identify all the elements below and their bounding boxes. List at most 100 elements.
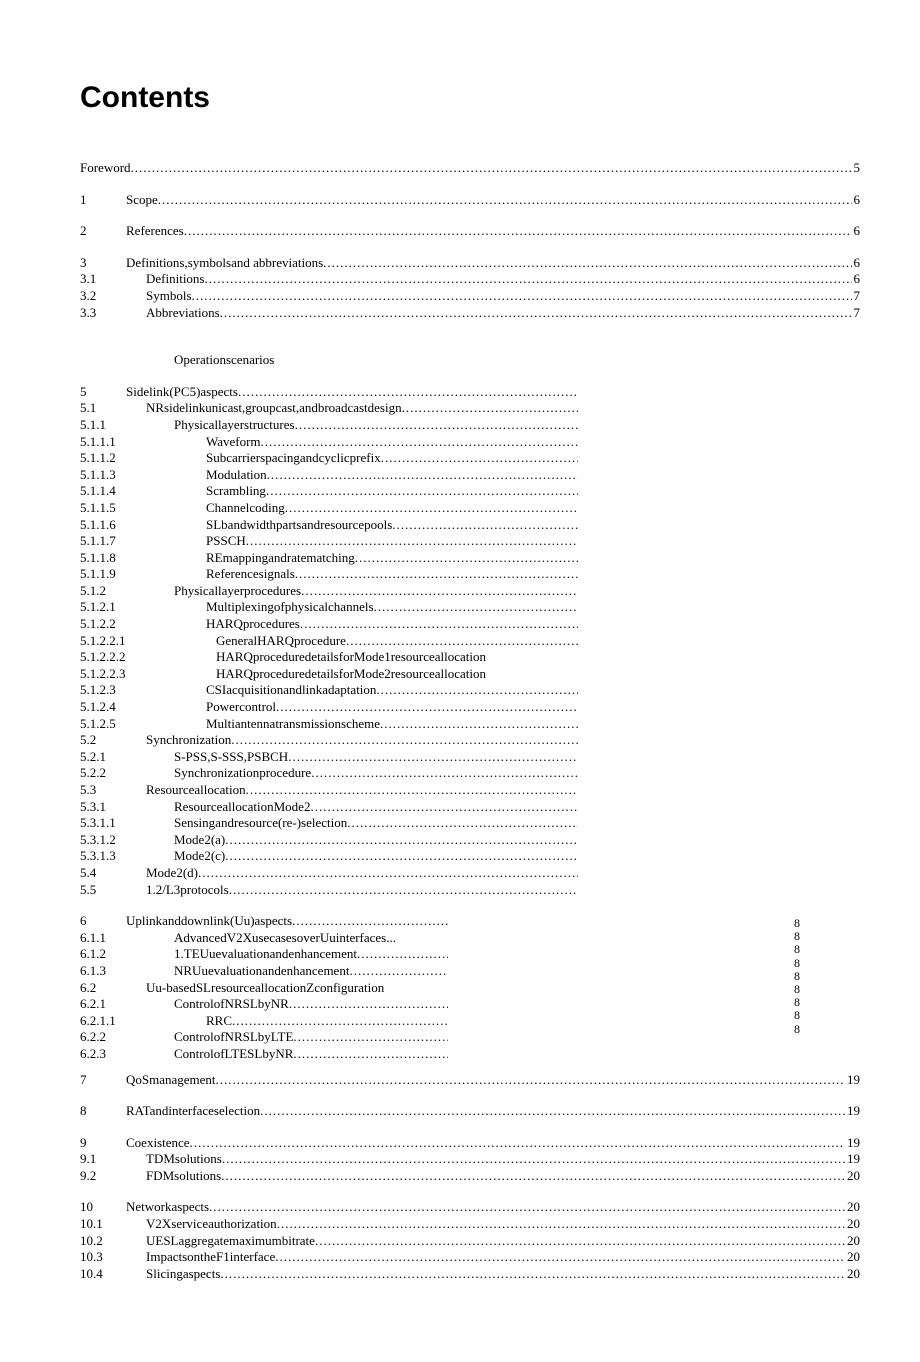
toc-entry: 6.1.1AdvancedV2XusecasesoverUuinterfaces…: [80, 930, 860, 946]
toc-entry-title: Powercontrol: [206, 699, 276, 715]
toc-entry-title: HARQprocedures: [206, 616, 300, 632]
toc-entry-number: 3.1: [80, 271, 122, 287]
toc-entry-title: Slicingaspects: [146, 1266, 220, 1282]
toc-entry-title: HARQproceduredetailsforMode2resourceallo…: [216, 666, 486, 682]
toc-entry-title: Subcarrierspacingandcyclicprefix: [206, 450, 381, 466]
toc-entry-number: 6.1.3: [80, 963, 136, 979]
toc-entry-number: 9.1: [80, 1151, 122, 1167]
toc-entry-number: 1: [80, 192, 122, 208]
toc-leader-dots: [221, 1168, 845, 1184]
toc-leader-dots: [310, 799, 578, 815]
toc-entry-number: 5.1.1.1: [80, 434, 146, 450]
toc-entry-title: Multiantennatransmissionscheme: [206, 716, 380, 732]
toc-entry: Operationscenarios: [80, 352, 860, 368]
toc-entry-number: 5.1.2.4: [80, 699, 146, 715]
toc-entry-number: 3.2: [80, 288, 122, 304]
toc-entry-title: Multiplexingofphysicalchannels: [206, 599, 374, 615]
toc-entry-number: 5.4: [80, 865, 122, 881]
toc-leader-dots: [311, 765, 578, 781]
toc-entry-title: SLbandwidthpartsandresourcepools: [206, 517, 392, 533]
toc-entry-title: Referencesignals: [206, 566, 295, 582]
toc-entry-number: 5.1.2.5: [80, 716, 146, 732]
toc-leader-dots: [267, 467, 578, 483]
toc-entry-page: 20: [845, 1199, 860, 1215]
toc-entry-title: Uu-basedSLresourceallocationZconfigurati…: [146, 980, 384, 996]
toc-entry-number: 10: [80, 1199, 122, 1215]
toc-entry-number: 5.1.1.9: [80, 566, 146, 582]
toc-entry: 1Scope6: [80, 192, 860, 208]
toc-leader-dots: [205, 271, 852, 287]
toc-entry-number: 5.1.2.1: [80, 599, 146, 615]
toc-entry-page: 20: [845, 1249, 860, 1265]
toc-entry-page: 6: [852, 223, 861, 239]
toc-entry-number: 5.1.2: [80, 583, 136, 599]
toc-entry-title: Abbreviations: [146, 305, 220, 321]
toc-entry-page: 20: [845, 1168, 860, 1184]
toc-leader-dots: [349, 963, 448, 979]
toc-entry-number: 5.5: [80, 882, 122, 898]
toc-entry: 5.3.1.2Mode2(a): [80, 832, 580, 848]
toc-leader-dots: [392, 517, 578, 533]
toc-entry-number: 5.1.2.3: [80, 682, 146, 698]
toc-entry-title: Definitions: [146, 271, 205, 287]
toc-leader-dots: [293, 1029, 448, 1045]
toc-leader-dots: [289, 996, 448, 1012]
toc-entry-page: 6: [852, 255, 861, 271]
toc-leader-dots: [300, 616, 578, 632]
toc-entry-title: Symbols: [146, 288, 192, 304]
toc-entry-page: 5: [852, 160, 861, 176]
toc-entry: 5.3Resourceallocation: [80, 782, 580, 798]
toc-entry: 5.2.2Synchronizationprocedure: [80, 765, 580, 781]
toc-entry: 6.1.21.TEUuevaluationandenhancement: [80, 946, 450, 962]
side-page-number: 8: [794, 970, 800, 983]
toc-entry: 6Uplinkanddownlink(Uu)aspects: [80, 913, 450, 929]
toc-entry: 5.1.1Physicallayerstructures: [80, 417, 580, 433]
toc-entry-title: Modulation: [206, 467, 267, 483]
toc-leader-dots: [285, 500, 578, 516]
toc-leader-dots: [347, 815, 578, 831]
toc-entry-number: 5.3.1.3: [80, 848, 136, 864]
toc-entry: 5.1.1.5Channelcoding: [80, 500, 580, 516]
side-page-numbers: 888888888: [794, 917, 800, 1036]
toc-leader-dots: [376, 682, 578, 698]
toc-entry-title: Definitions,symbolsand abbreviations: [126, 255, 323, 271]
toc-entry-number: 5.1.1.4: [80, 483, 146, 499]
toc-entry: 6.2.2ControlofNRSLbyLTE: [80, 1029, 450, 1045]
toc-entry-title: CSIacquisitionandlinkadaptation: [206, 682, 376, 698]
toc-entry-number: 2: [80, 223, 122, 239]
toc-leader-dots: [288, 749, 578, 765]
toc-entry-number: 6.1.2: [80, 946, 136, 962]
toc-leader-dots: [295, 566, 578, 582]
toc-entry-number: 5.1.2.2.3: [80, 666, 156, 682]
toc-entry: 7QoSmanagement19: [80, 1072, 860, 1088]
toc-entry: 8RATandinterfaceselection19: [80, 1103, 860, 1119]
toc-entry: 10.3ImpactsontheF1interface20: [80, 1249, 860, 1265]
toc-entry-number: 5.2.1: [80, 749, 136, 765]
toc-entry-number: 5.1.2.2: [80, 616, 146, 632]
toc-entry-title: RRC: [206, 1013, 232, 1029]
toc-entry: 5.4 Mode2(d): [80, 865, 580, 881]
toc-entry-title: GeneralHARQprocedure: [216, 633, 346, 649]
toc-entry-title: S-PSS,S-SSS,PSBCH: [174, 749, 288, 765]
toc-entry: 5.1.1.4Scrambling: [80, 483, 580, 499]
toc-leader-dots: [381, 450, 578, 466]
toc-entry-page: 7: [852, 288, 861, 304]
toc-entry-number: 5.1.1.6: [80, 517, 146, 533]
toc-entry-title: Channelcoding: [206, 500, 285, 516]
toc-entry: 2References6: [80, 223, 860, 239]
toc-entry-title: Mode2(d): [146, 865, 198, 881]
toc-leader-dots: [293, 1046, 448, 1062]
toc-entry: 10.4Slicingaspects20: [80, 1266, 860, 1282]
toc-leader-dots: [229, 882, 578, 898]
toc-entry: 9.2FDMsolutions20: [80, 1168, 860, 1184]
toc-leader-dots: [276, 699, 578, 715]
toc-leader-dots: [374, 599, 578, 615]
toc-entry-number: 6.1.1: [80, 930, 136, 946]
toc-entry: 6.1.3NRUuevaluationandenhancement: [80, 963, 450, 979]
toc-entry-page: 6: [852, 271, 861, 287]
toc-entry: Foreword5: [80, 160, 860, 176]
toc-entry-title: ImpactsontheF1interface: [146, 1249, 275, 1265]
toc-entry-number: 5.1: [80, 400, 122, 416]
toc-entry: 6.2Uu-basedSLresourceallocationZconfigur…: [80, 980, 860, 996]
page-title: Contents: [80, 80, 860, 116]
